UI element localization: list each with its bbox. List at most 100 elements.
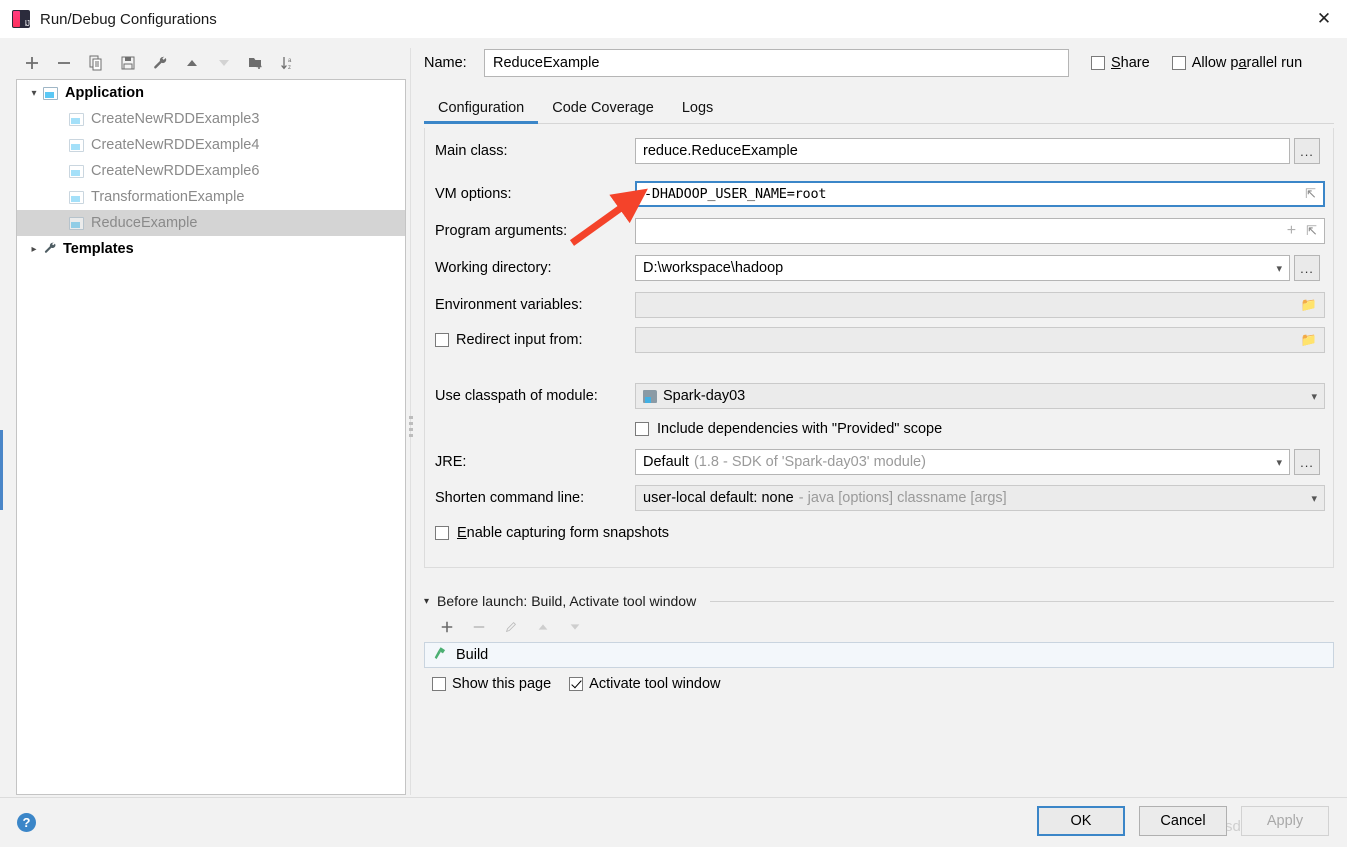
redirect-input-checkbox-box[interactable] — [435, 333, 449, 347]
name-input[interactable]: ReduceExample — [484, 49, 1069, 77]
dialog-buttons: OK Cancel Apply — [1037, 806, 1329, 836]
add-task-button[interactable] — [432, 614, 462, 640]
form-snapshots-checkbox-box[interactable] — [435, 526, 449, 540]
tree-item-transformationexample[interactable]: TransformationExample — [17, 184, 405, 210]
cancel-button[interactable]: Cancel — [1139, 806, 1227, 836]
add-macro-icon[interactable]: + — [1287, 222, 1300, 240]
before-launch-section: ▾ Before launch: Build, Activate tool wi… — [424, 590, 1334, 692]
tree-item-createnewrddexample3[interactable]: CreateNewRDDExample3 — [17, 106, 405, 132]
expand-icon[interactable]: ⇱ — [1300, 223, 1317, 239]
provided-scope-checkbox-box[interactable] — [635, 422, 649, 436]
chevron-down-icon[interactable]: ▾ — [1305, 390, 1317, 403]
add-configuration-button[interactable] — [16, 49, 48, 77]
edit-templates-wrench-icon[interactable] — [144, 49, 176, 77]
application-icon — [43, 86, 58, 100]
name-row: Name: ReduceExample Share Allow parallel… — [424, 48, 1334, 78]
ok-button[interactable]: OK — [1037, 806, 1125, 836]
program-arguments-field[interactable]: + ⇱ — [635, 218, 1325, 244]
classpath-module-field[interactable]: Spark-day03 ▾ — [635, 383, 1325, 409]
main-class-browse-button[interactable]: ... — [1294, 138, 1320, 164]
configuration-form: Main class: reduce.ReduceExample ... VM … — [424, 128, 1334, 568]
jre-field[interactable]: Default (1.8 - SDK of 'Spark-day03' modu… — [635, 449, 1290, 475]
form-snapshots-checkbox[interactable]: Enable capturing form snapshots — [435, 520, 669, 546]
allow-parallel-run-checkbox-box[interactable] — [1171, 56, 1186, 70]
chevron-down-icon[interactable]: ▾ — [25, 80, 43, 106]
folder-icon[interactable]: 📁 — [1301, 297, 1317, 313]
activate-tool-window-checkbox-box[interactable] — [569, 677, 584, 691]
show-this-page-checkbox[interactable]: Show this page — [432, 676, 551, 692]
before-launch-task-label: Build — [456, 647, 489, 663]
tab-logs[interactable]: Logs — [668, 100, 727, 123]
main-class-field[interactable]: reduce.ReduceExample — [635, 138, 1290, 164]
provided-scope-checkbox[interactable]: Include dependencies with "Provided" sco… — [635, 416, 942, 442]
classpath-module-row: Use classpath of module: Spark-day03 ▾ — [435, 383, 1325, 409]
shorten-command-line-field[interactable]: user-local default: none - java [options… — [635, 485, 1325, 511]
share-checkbox[interactable]: Share — [1091, 55, 1150, 71]
shorten-command-line-value: user-local default: none — [643, 490, 794, 506]
panel-splitter-handle[interactable] — [406, 408, 416, 444]
apply-button[interactable]: Apply — [1241, 806, 1329, 836]
chevron-right-icon[interactable]: ▸ — [25, 236, 43, 262]
share-checkbox-box[interactable] — [1091, 56, 1105, 70]
new-folder-button[interactable] — [240, 49, 272, 77]
tab-code-coverage[interactable]: Code Coverage — [538, 100, 668, 123]
header-rule — [710, 600, 1334, 602]
remove-configuration-button[interactable] — [48, 49, 80, 77]
jre-label: JRE: — [435, 454, 467, 470]
move-down-button[interactable] — [208, 49, 240, 77]
tree-item-createnewrddexample6[interactable]: CreateNewRDDExample6 — [17, 158, 405, 184]
configurations-tree[interactable]: ▾ Application CreateNewRDDExample3 Creat… — [16, 79, 406, 795]
move-up-button[interactable] — [176, 49, 208, 77]
redirect-input-field[interactable]: 📁 — [635, 327, 1325, 353]
expand-icon[interactable]: ⇱ — [1299, 186, 1316, 202]
copy-configuration-button[interactable] — [80, 49, 112, 77]
provided-scope-label: Include dependencies with "Provided" sco… — [657, 421, 943, 437]
working-directory-browse-button[interactable]: ... — [1294, 255, 1320, 281]
scroll-accent — [0, 430, 3, 510]
chevron-down-icon[interactable]: ▾ — [424, 596, 429, 607]
task-move-up-button[interactable] — [528, 614, 558, 640]
tree-node-application[interactable]: ▾ Application — [17, 80, 405, 106]
tree-node-label: Templates — [63, 241, 134, 257]
chevron-down-icon[interactable]: ▾ — [1305, 492, 1317, 505]
tab-configuration[interactable]: Configuration — [424, 100, 539, 124]
application-icon — [69, 138, 84, 152]
save-configuration-button[interactable] — [112, 49, 144, 77]
jre-hint: (1.8 - SDK of 'Spark-day03' module) — [693, 454, 926, 470]
chevron-down-icon[interactable]: ▾ — [1270, 262, 1282, 275]
before-launch-toolbar — [424, 612, 1334, 642]
tree-item-label: CreateNewRDDExample4 — [91, 137, 260, 153]
chevron-down-icon[interactable]: ▾ — [1270, 456, 1282, 469]
module-icon — [643, 389, 657, 403]
help-button[interactable]: ? — [17, 813, 36, 832]
activate-tool-window-label: Activate tool window — [589, 676, 721, 692]
sort-alphabetically-button[interactable]: a z — [272, 49, 304, 77]
allow-parallel-run-checkbox[interactable]: Allow parallel run — [1171, 55, 1302, 71]
working-directory-field[interactable]: D:\workspace\hadoop ▾ — [635, 255, 1290, 281]
window-title: Run/Debug Configurations — [40, 10, 217, 28]
jre-browse-button[interactable]: ... — [1294, 449, 1320, 475]
vm-options-field[interactable]: -DHADOOP_USER_NAME=root ⇱ — [635, 181, 1325, 207]
before-launch-task-row[interactable]: Build — [424, 642, 1334, 668]
vm-options-value: -DHADOOP_USER_NAME=root — [644, 186, 827, 202]
redirect-input-checkbox[interactable]: Redirect input from: — [435, 332, 635, 348]
environment-variables-field[interactable]: 📁 — [635, 292, 1325, 318]
close-icon[interactable]: ✕ — [1301, 0, 1347, 38]
shorten-command-line-row: Shorten command line: user-local default… — [435, 485, 1325, 511]
tree-item-label: CreateNewRDDExample3 — [91, 111, 260, 127]
show-this-page-label: Show this page — [452, 676, 552, 692]
remove-task-button[interactable] — [464, 614, 494, 640]
tree-node-templates[interactable]: ▸ Templates — [17, 236, 405, 262]
form-snapshots-label: Enable capturing form snapshots — [457, 525, 669, 541]
title-bar: Run/Debug Configurations ✕ — [0, 0, 1347, 38]
tree-item-createnewrddexample4[interactable]: CreateNewRDDExample4 — [17, 132, 405, 158]
before-launch-header[interactable]: ▾ Before launch: Build, Activate tool wi… — [424, 590, 1334, 612]
tree-item-reduceexample[interactable]: ReduceExample — [17, 210, 405, 236]
task-move-down-button[interactable] — [560, 614, 590, 640]
show-this-page-checkbox-box[interactable] — [432, 677, 446, 691]
svg-text:z: z — [288, 65, 291, 71]
folder-icon[interactable]: 📁 — [1301, 332, 1317, 348]
activate-tool-window-checkbox[interactable]: Activate tool window — [569, 676, 721, 692]
edit-task-pencil-icon[interactable] — [496, 614, 526, 640]
working-directory-row: Working directory: D:\workspace\hadoop ▾… — [435, 255, 1320, 281]
